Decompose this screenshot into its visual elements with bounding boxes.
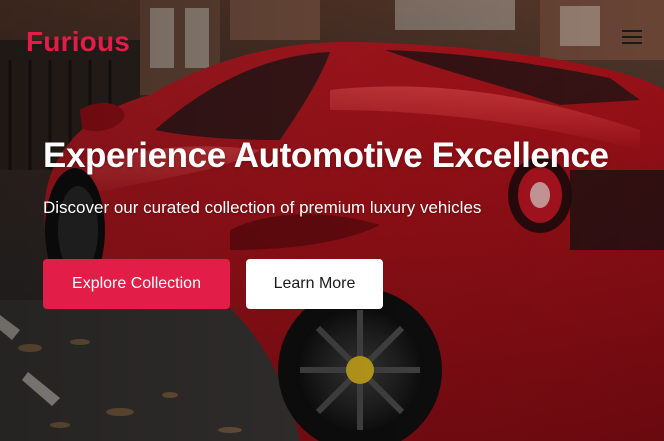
menu-bar-top	[622, 30, 642, 32]
learn-more-button[interactable]: Learn More	[246, 259, 383, 309]
hero-section: Furious Experience Automotive Excellence…	[0, 0, 664, 441]
hero-subtitle: Discover our curated collection of premi…	[43, 198, 482, 217]
hero-title: Experience Automotive Excellence	[43, 136, 609, 175]
brand-logo[interactable]: Furious	[26, 26, 130, 58]
navbar: Furious	[0, 0, 664, 80]
hero-content: Experience Automotive Excellence Discove…	[43, 134, 643, 220]
hamburger-menu-icon[interactable]	[622, 30, 642, 48]
menu-bar-bottom	[622, 42, 642, 44]
explore-collection-button[interactable]: Explore Collection	[43, 259, 230, 309]
hero-actions: Explore Collection Learn More	[43, 259, 383, 309]
menu-bar-middle	[622, 36, 642, 38]
